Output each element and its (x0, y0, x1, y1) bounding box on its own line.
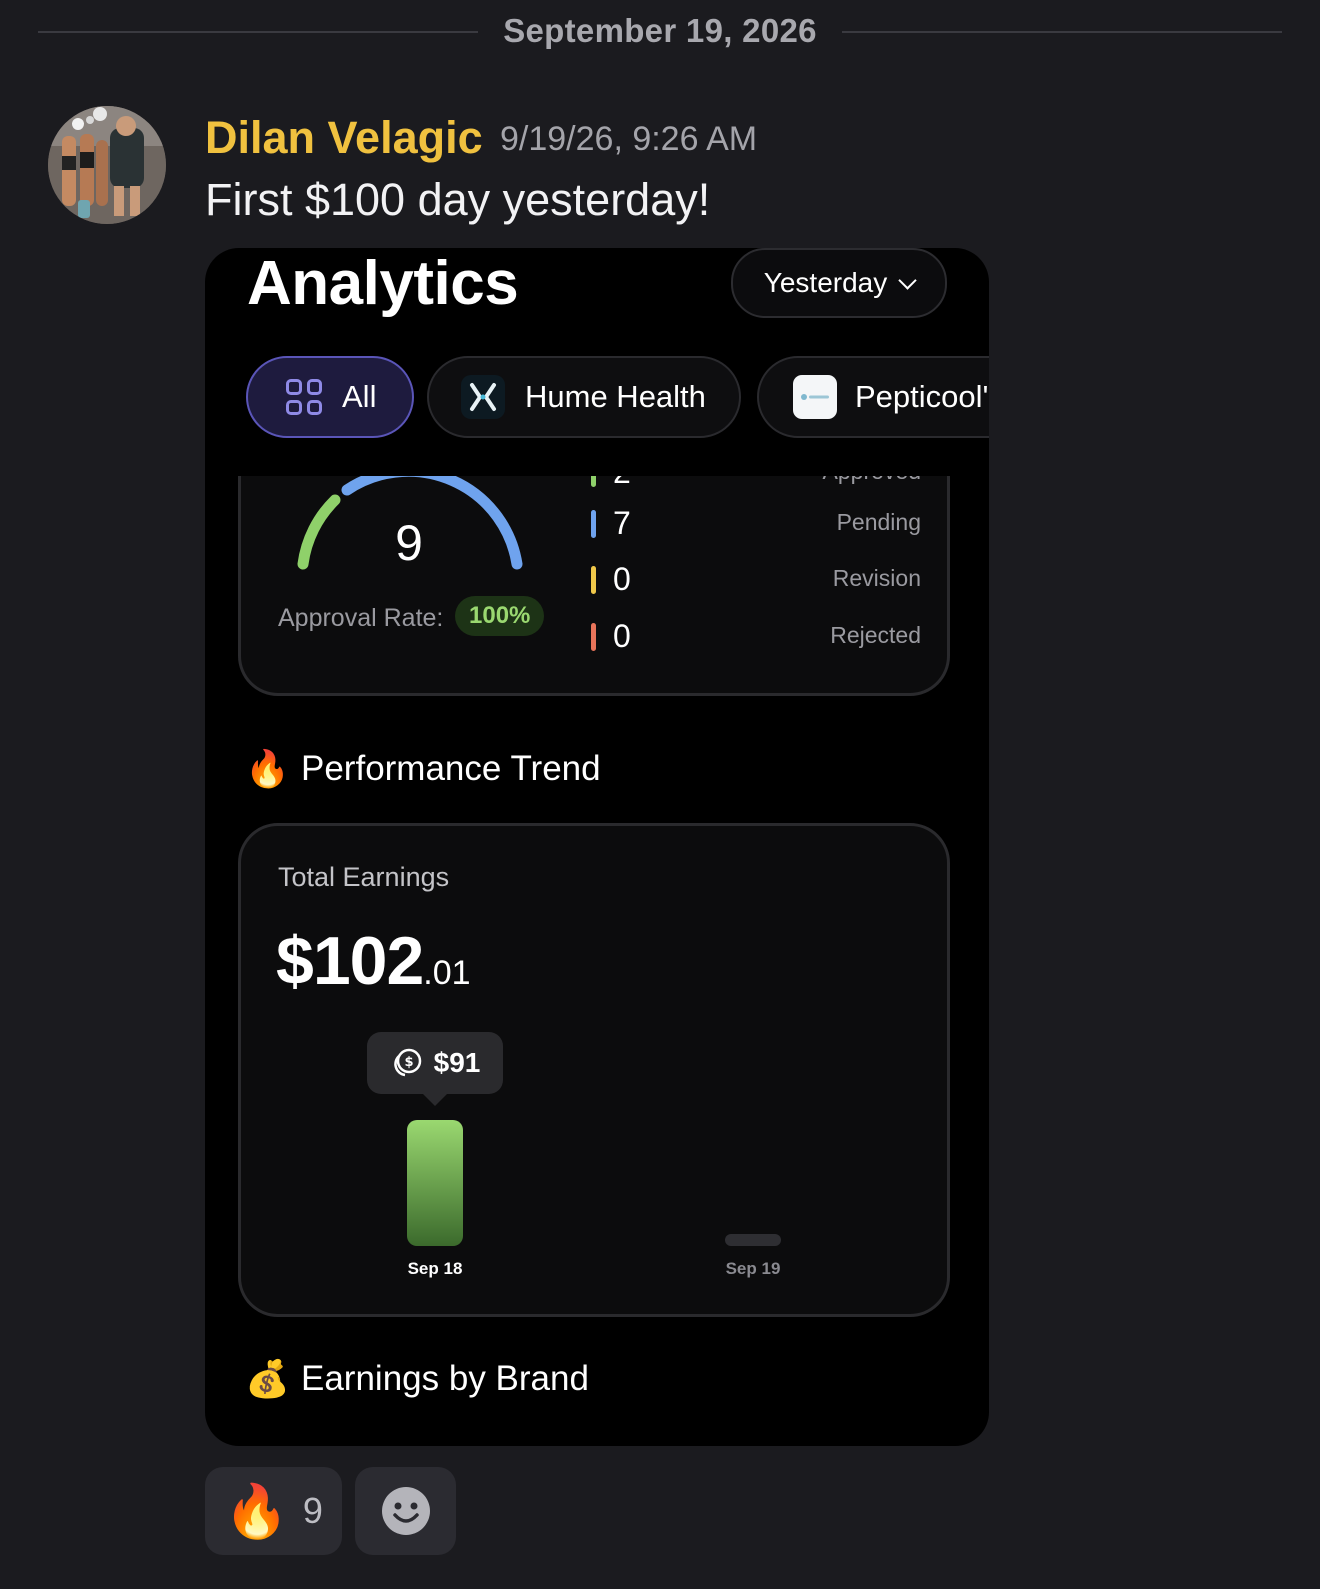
approval-rate-label: Approval Rate: (278, 604, 444, 632)
approval-rate-badge: 100% (455, 596, 545, 636)
stat-value: 0 (613, 561, 631, 597)
earnings-by-brand-heading: 💰 Earnings by Brand (245, 1358, 589, 1400)
submissions-card: 9 Approval Rate: 100% 2 Approved 7 Pendi… (238, 454, 950, 696)
reaction-fire[interactable]: 🔥 9 (205, 1467, 342, 1555)
filter-chip-label: Hume Health (525, 379, 706, 414)
avatar[interactable] (48, 106, 166, 224)
performance-trend-title: Performance Trend (301, 749, 601, 788)
stat-row-revision: 0 Revision (591, 561, 921, 601)
analytics-title: Analytics (247, 249, 519, 318)
stat-value: 0 (613, 618, 631, 654)
grid-icon (286, 379, 322, 415)
reaction-count: 9 (302, 1490, 323, 1531)
filter-chip-pepticool: Pepticool' (757, 356, 989, 438)
x-tick-label: Sep 18 (408, 1259, 463, 1278)
stat-label: Revision (832, 565, 921, 591)
fire-emoji-icon: 🔥 (224, 1482, 289, 1541)
money-bag-emoji-icon: 💰 (245, 1358, 290, 1399)
status-bar (591, 623, 596, 651)
tooltip-value: $91 (433, 1047, 481, 1078)
avatar-photo (48, 106, 166, 224)
status-bar (591, 510, 596, 538)
fire-emoji-icon: 🔥 (245, 748, 290, 789)
bar-tooltip: $ $91 (367, 1032, 503, 1106)
message-text: First $100 day yesterday! (205, 174, 711, 225)
stat-label: Rejected (830, 622, 921, 648)
total-submissions: 9 (395, 515, 423, 571)
chart-bar-sep-18 (407, 1120, 463, 1246)
divider-line-right (842, 31, 1282, 33)
add-reaction-button[interactable] (355, 1467, 456, 1555)
attached-image[interactable]: Analytics Yesterday All Hume Health Pept… (205, 248, 989, 1446)
hume-health-logo (461, 375, 505, 419)
period-value: Yesterday (763, 267, 888, 298)
filter-chip-all: All (246, 356, 414, 438)
stat-label: Pending (836, 509, 921, 535)
scroll-clip (238, 438, 950, 476)
filter-chip-label: Pepticool' (855, 379, 989, 414)
pepticool-logo (793, 375, 837, 419)
svg-text:$: $ (404, 1055, 413, 1070)
chevron-down-icon (898, 270, 917, 290)
stat-row-rejected: 0 Rejected (591, 618, 921, 658)
earnings-chart: Sep 18 Sep 19 (407, 1120, 781, 1278)
earnings-card: Total Earnings $102.01 Sep 18 Sep 19 $ $9… (238, 823, 950, 1317)
performance-trend-heading: 🔥 Performance Trend (245, 748, 601, 790)
period-dropdown: Yesterday (731, 248, 947, 318)
stat-row-pending: 7 Pending (591, 505, 921, 545)
status-bar (591, 566, 596, 594)
date-divider: September 19, 2026 (38, 0, 1282, 64)
earnings-by-brand-title: Earnings by Brand (301, 1359, 589, 1398)
author-name[interactable]: Dilan Velagic (205, 112, 483, 164)
message-timestamp: 9/19/26, 9:26 AM (500, 120, 758, 158)
filter-chip-hume-health: Hume Health (427, 356, 741, 438)
x-tick-label: Sep 19 (726, 1259, 781, 1278)
coins-icon: $ (393, 1048, 421, 1077)
chart-bar-sep-19 (725, 1234, 781, 1246)
stat-value: 7 (613, 505, 631, 541)
smiley-icon (381, 1487, 430, 1535)
filter-chip-label: All (342, 379, 377, 414)
